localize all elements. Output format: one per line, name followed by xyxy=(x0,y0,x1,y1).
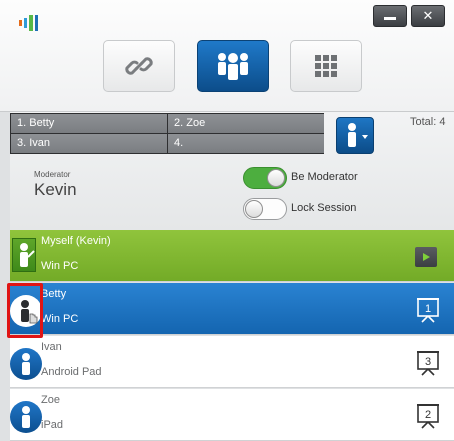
presentation-screen-icon[interactable]: 2 xyxy=(416,402,440,430)
participant-row-betty[interactable]: Betty Win PC 1 xyxy=(10,283,454,335)
presentation-screen-icon[interactable]: 1 xyxy=(416,296,440,324)
group-mode-button[interactable] xyxy=(197,40,269,92)
participant-device: Win PC xyxy=(41,313,79,325)
screen-number: 1 xyxy=(425,303,431,315)
slot-2[interactable]: 2. Zoe xyxy=(168,114,324,133)
close-icon: ✕ xyxy=(422,8,434,24)
lock-session-toggle[interactable] xyxy=(243,198,287,220)
title-bar: ✕ xyxy=(0,0,454,112)
participant-row-myself[interactable]: Myself (Kevin) Win PC xyxy=(10,230,454,282)
lock-session-label: Lock Session xyxy=(291,202,357,214)
link-mode-button[interactable] xyxy=(103,40,175,92)
presenter-slots: 1. Betty 2. Zoe 3. Ivan 4. xyxy=(10,113,324,154)
link-icon xyxy=(125,57,153,75)
user-avatar-icon[interactable] xyxy=(10,401,42,433)
slot-1[interactable]: 1. Betty xyxy=(11,114,167,133)
participant-row-zoe[interactable]: Zoe iPad 2 xyxy=(10,389,454,441)
moderator-name: Kevin xyxy=(34,180,77,199)
total-count: Total: 4 xyxy=(410,116,446,128)
participant-name: Ivan xyxy=(41,341,62,353)
participant-name: Myself (Kevin) xyxy=(41,235,111,247)
screen-number: 2 xyxy=(425,409,431,421)
participant-name: Zoe xyxy=(41,394,60,406)
presentation-screen-icon[interactable]: 3 xyxy=(416,349,440,377)
participant-name: Betty xyxy=(41,288,67,300)
slot-3[interactable]: 3. Ivan xyxy=(11,134,167,153)
session-panel: 1. Betty 2. Zoe 3. Ivan 4. Total: 4 Mode… xyxy=(10,112,454,230)
slot-4[interactable]: 4. xyxy=(168,134,324,153)
grid-icon xyxy=(315,55,337,77)
participant-device: iPad xyxy=(41,419,64,431)
play-button[interactable] xyxy=(415,247,437,267)
moderator-icon xyxy=(12,238,36,272)
participant-device: Win PC xyxy=(41,260,79,272)
toggle-knob xyxy=(245,200,263,218)
group-icon xyxy=(218,53,248,80)
highlight-box xyxy=(7,283,43,338)
user-avatar-icon[interactable] xyxy=(10,348,42,380)
participant-row-ivan[interactable]: Ivan Android Pad 3 xyxy=(10,336,454,388)
minimize-button[interactable] xyxy=(373,5,407,27)
user-dropdown-button[interactable] xyxy=(336,117,374,154)
play-icon xyxy=(423,253,430,261)
toggle-knob xyxy=(267,169,285,187)
grid-mode-button[interactable] xyxy=(290,40,362,92)
close-button[interactable]: ✕ xyxy=(411,5,445,27)
be-moderator-toggle[interactable] xyxy=(243,167,287,189)
minimize-icon xyxy=(384,16,396,20)
screen-number: 3 xyxy=(425,356,431,368)
be-moderator-label: Be Moderator xyxy=(291,171,358,183)
person-dropdown-icon xyxy=(348,123,368,147)
participant-device: Android Pad xyxy=(41,366,102,378)
app-logo-icon xyxy=(19,15,38,31)
moderator-caption: Moderator xyxy=(34,170,71,179)
